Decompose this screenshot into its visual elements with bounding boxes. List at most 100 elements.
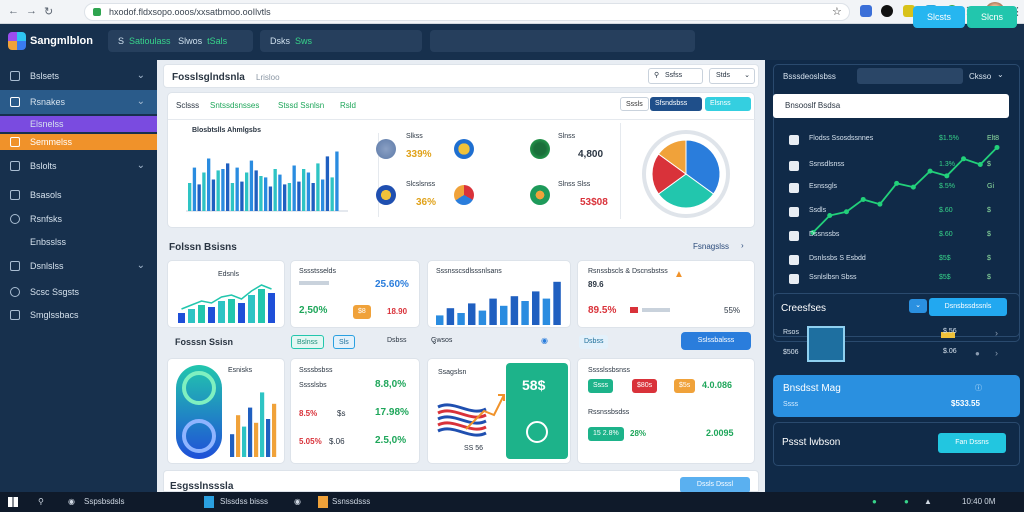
windows-icon[interactable] bbox=[8, 497, 18, 507]
bar bbox=[249, 160, 254, 211]
header-search[interactable]: Dsks Sws bbox=[260, 30, 422, 52]
sidebar-item-active[interactable]: Rsnakes ⌄ bbox=[0, 90, 157, 114]
tab-retention[interactable]: Rsld bbox=[340, 101, 356, 110]
panel-search-bar[interactable]: Bnsooslf Bsdsa bbox=[773, 94, 1009, 118]
filter-chip[interactable]: Sls bbox=[333, 335, 355, 349]
sidebar-item-entries[interactable]: Enbsslss bbox=[0, 230, 157, 254]
app-icon[interactable]: ◉ bbox=[68, 497, 75, 506]
sidebar-item-dashboard[interactable]: Bslsets ⌄ bbox=[0, 64, 157, 88]
period-dropdown[interactable]: Stds ⌄ bbox=[709, 68, 755, 84]
bar bbox=[235, 167, 239, 211]
apply-button[interactable]: Sslssbalsss bbox=[681, 332, 751, 350]
panel-dropdown[interactable]: Cksso bbox=[969, 72, 991, 81]
search-button[interactable]: ⚲ Ssfss bbox=[648, 68, 703, 84]
sidebar-item-details[interactable]: Dsnlslss ⌄ bbox=[0, 254, 157, 278]
bar bbox=[259, 176, 263, 211]
highlight-card[interactable]: Bnsdsst Mag Ssss $533.55 ⓘ bbox=[773, 375, 1020, 417]
highlight-tile[interactable]: 58$ bbox=[506, 363, 568, 459]
app-icon[interactable] bbox=[204, 496, 214, 508]
bar bbox=[230, 434, 235, 457]
bar bbox=[188, 309, 195, 323]
chevron-right-icon[interactable]: › bbox=[995, 348, 998, 358]
stat-value: 53$08 bbox=[580, 197, 608, 208]
sidebar-item-accounts[interactable]: Bsasols bbox=[0, 183, 157, 207]
info-icon[interactable]: ⓘ bbox=[975, 383, 982, 393]
info-icon[interactable]: ◉ bbox=[541, 336, 548, 345]
row-secondary: Elt8 bbox=[987, 135, 1000, 142]
url-text: hxodof.fldxsopo.ooos/xxsatbmoo.ooIlvtls bbox=[109, 7, 271, 17]
data-point bbox=[860, 196, 866, 202]
sidebar-subitem-orange[interactable]: Semmelss bbox=[0, 134, 157, 150]
row-icon bbox=[789, 255, 799, 265]
panel-list-row[interactable]: Dssnssbs $.60 $ bbox=[787, 229, 1013, 243]
panel-list-row[interactable]: Ssnlslbsn Sbss $5$ $ bbox=[787, 272, 1013, 286]
header-filter[interactable]: S Satioulass Slwos tSals bbox=[108, 30, 253, 52]
footer-bar: Esgsslnsssla Dssls Dsssl bbox=[163, 470, 759, 493]
panel-list-row[interactable]: Esnssgls $.5% Gi bbox=[787, 181, 1013, 195]
segment-button[interactable]: Elsnss bbox=[705, 97, 751, 111]
stat-value: 4,800 bbox=[578, 149, 604, 160]
star-icon[interactable]: ☆ bbox=[832, 5, 842, 18]
sidebar-item-label: Rsnakes bbox=[30, 97, 66, 107]
panel-button[interactable]: Fan Dssns bbox=[938, 433, 1006, 453]
widget-title: Sssslssbsnss bbox=[588, 367, 631, 374]
header-primary-button[interactable]: Slcsts bbox=[913, 6, 965, 28]
reload-icon[interactable]: ↻ bbox=[44, 5, 53, 18]
header-secondary-button[interactable]: Slcns bbox=[967, 6, 1017, 28]
chevron-right-icon[interactable]: › bbox=[995, 328, 998, 338]
forward-icon[interactable]: → bbox=[26, 5, 37, 17]
back-icon[interactable]: ← bbox=[8, 5, 19, 17]
header-search-bar[interactable] bbox=[430, 30, 695, 52]
widget-title: Esnisks bbox=[228, 367, 253, 374]
sidebar-subitem-purple[interactable]: Elsnelss bbox=[0, 116, 157, 132]
bar bbox=[542, 298, 551, 325]
panel-list-row[interactable]: Flodss Ssosdssnnes $1.5% Elt8 bbox=[787, 133, 1013, 147]
taskbar-item[interactable]: Slssdss bisss bbox=[220, 497, 268, 506]
segment-button[interactable]: Sssls bbox=[620, 97, 649, 111]
address-bar[interactable]: hxodof.fldxsopo.ooos/xxsatbmoo.ooIlvtls bbox=[84, 3, 850, 21]
section-link[interactable]: Fsnagslss bbox=[693, 242, 729, 251]
filter-chip[interactable]: Bslnss bbox=[291, 335, 324, 349]
row-title: Fosssn Ssisn bbox=[175, 337, 234, 347]
search-icon[interactable]: ⚲ bbox=[38, 497, 44, 506]
tab-sources[interactable]: Sntssdsnsses bbox=[210, 101, 259, 110]
sidebar-item-settings[interactable]: Scsc Ssgsts bbox=[0, 280, 157, 304]
tray-icon[interactable]: ▲ bbox=[924, 497, 932, 506]
footer-button[interactable]: Dssls Dsssl bbox=[680, 477, 750, 493]
tab-overview[interactable]: Sclsss bbox=[176, 101, 199, 110]
chevron-down-icon[interactable]: ⌄ bbox=[909, 299, 927, 313]
extension-icon[interactable] bbox=[860, 5, 872, 17]
panel-button[interactable]: Dsnsbssdssnls bbox=[929, 298, 1007, 316]
taskbar-item[interactable]: Ssnssdsss bbox=[332, 497, 370, 506]
taskbar-item[interactable]: Sspsbsdsls bbox=[84, 497, 124, 506]
widget-label: SS 56 bbox=[464, 445, 484, 452]
tray-icon[interactable]: ● bbox=[904, 497, 909, 506]
panel-list-row[interactable]: Ssdls $.60 $ bbox=[787, 205, 1013, 219]
panel-list-row[interactable]: Dsnlssbs S Esbdd $5$ $ bbox=[787, 253, 1013, 267]
bar bbox=[325, 156, 330, 211]
panel-list-row[interactable]: Ssnsdlsnss 1.3% $ bbox=[787, 159, 1013, 173]
filter-chip[interactable]: Dsbss bbox=[579, 335, 609, 349]
widget-value: 4.0.086 bbox=[702, 380, 733, 390]
panel-search-input[interactable] bbox=[857, 68, 963, 84]
clock[interactable]: 10:40 0M bbox=[962, 497, 995, 506]
doc-icon bbox=[10, 161, 20, 171]
sidebar-item-reports[interactable]: Bslolts ⌄ bbox=[0, 154, 157, 178]
dropdown-value: Stds bbox=[716, 72, 731, 79]
sidebar-item-tasks[interactable]: Rsnfsks bbox=[0, 207, 157, 231]
bar-chart bbox=[186, 151, 348, 212]
tab-traffic[interactable]: Stssd Ssnlsn bbox=[278, 101, 324, 110]
segment-button-active[interactable]: Sfsndsbss bbox=[650, 97, 702, 111]
bar bbox=[202, 172, 206, 211]
row-label: Dsbss bbox=[387, 337, 407, 344]
app-icon[interactable]: ◉ bbox=[294, 497, 301, 506]
sidebar-item-tools[interactable]: Smglssbacs bbox=[0, 303, 157, 327]
app-icon[interactable] bbox=[318, 496, 328, 508]
extension-icon[interactable] bbox=[881, 5, 893, 17]
chevron-right-icon[interactable]: › bbox=[741, 241, 744, 250]
tray-icon[interactable]: ● bbox=[872, 497, 877, 506]
widget-title: Sssstsselds bbox=[299, 268, 336, 275]
chevron-down-icon[interactable]: ⌄ bbox=[997, 70, 1004, 79]
row-secondary: $ bbox=[987, 161, 991, 168]
bar bbox=[510, 296, 519, 325]
